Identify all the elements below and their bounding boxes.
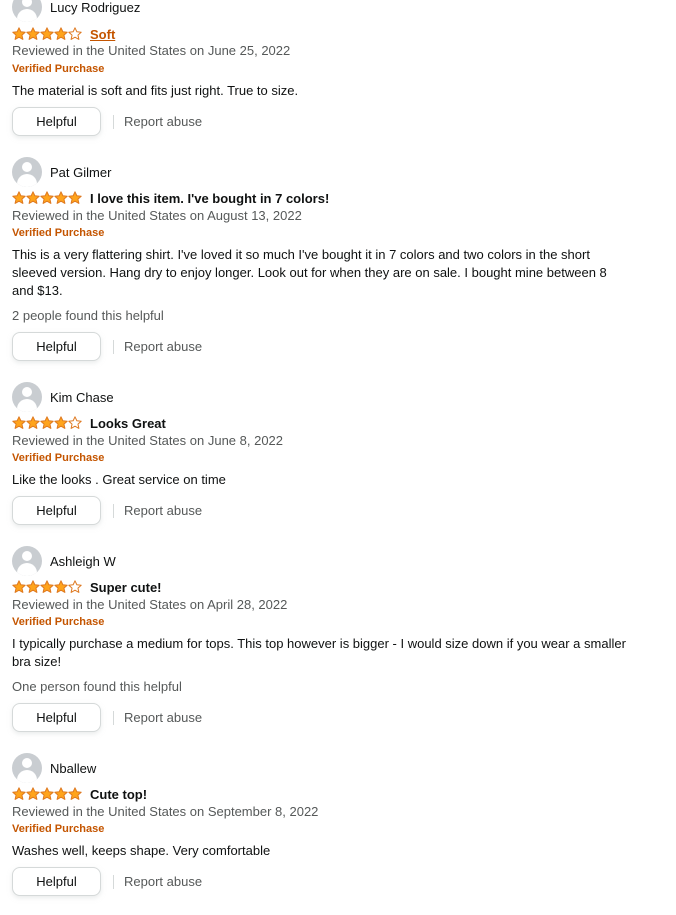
review-title: Looks Great — [90, 415, 166, 431]
review-actions: Helpful Report abuse — [12, 867, 202, 896]
review-title-row: Looks Great — [12, 414, 166, 432]
reviewer-profile[interactable]: Pat Gilmer — [12, 157, 111, 187]
star-empty-icon — [68, 27, 82, 40]
star-filled-icon — [12, 416, 26, 429]
review-title-row: Cute top! — [12, 785, 147, 803]
report-abuse-link[interactable]: Report abuse — [124, 339, 202, 354]
avatar — [12, 157, 42, 187]
star-empty-icon — [68, 580, 82, 593]
review-title: Super cute! — [90, 579, 162, 595]
reviewer-profile[interactable]: Nballew — [12, 753, 96, 783]
avatar — [12, 0, 42, 22]
review-actions: Helpful Report abuse — [12, 496, 202, 525]
review-actions: Helpful Report abuse — [12, 332, 202, 361]
star-rating[interactable] — [12, 27, 82, 41]
review-date: Reviewed in the United States on August … — [12, 208, 302, 223]
star-filled-icon — [54, 27, 68, 40]
star-filled-icon — [12, 191, 26, 204]
star-filled-icon — [12, 580, 26, 593]
divider — [113, 710, 114, 725]
verified-purchase-badge: Verified Purchase — [12, 452, 105, 464]
star-filled-icon — [26, 580, 40, 593]
review-date: Reviewed in the United States on April 2… — [12, 597, 288, 612]
report-abuse-link[interactable]: Report abuse — [124, 114, 202, 129]
star-rating[interactable] — [12, 416, 82, 430]
review-text: This is a very flattering shirt. I've lo… — [12, 247, 607, 298]
star-filled-icon — [54, 787, 68, 800]
divider — [113, 114, 114, 129]
verified-purchase-badge: Verified Purchase — [12, 63, 105, 75]
star-rating[interactable] — [12, 787, 82, 801]
review-title[interactable]: Soft — [90, 27, 115, 42]
verified-purchase-badge: Verified Purchase — [12, 823, 105, 835]
review-actions: Helpful Report abuse — [12, 107, 202, 136]
review-text: Like the looks . Great service on time — [12, 472, 226, 487]
star-rating[interactable] — [12, 191, 82, 205]
star-filled-icon — [68, 787, 82, 800]
star-empty-icon — [68, 416, 82, 429]
star-filled-icon — [26, 787, 40, 800]
star-filled-icon — [40, 787, 54, 800]
star-filled-icon — [40, 191, 54, 204]
reviewer-name: Pat Gilmer — [50, 164, 112, 180]
report-abuse-link[interactable]: Report abuse — [124, 710, 202, 725]
avatar — [12, 546, 42, 576]
star-filled-icon — [68, 191, 82, 204]
star-filled-icon — [12, 27, 26, 40]
star-filled-icon — [26, 27, 40, 40]
reviewer-profile[interactable]: Kim Chase — [12, 382, 114, 412]
star-filled-icon — [40, 27, 54, 40]
star-filled-icon — [12, 787, 26, 800]
star-filled-icon — [54, 416, 68, 429]
reviewer-profile[interactable]: Ashleigh W — [12, 546, 116, 576]
reviewer-name: Nballew — [50, 760, 97, 776]
review-text: The material is soft and fits just right… — [12, 83, 299, 98]
review-title-row: Super cute! — [12, 578, 162, 596]
reviewer-name: Ashleigh W — [50, 553, 116, 569]
star-rating[interactable] — [12, 580, 82, 594]
star-filled-icon — [26, 191, 40, 204]
review-date: Reviewed in the United States on June 8,… — [12, 433, 284, 448]
review-title-row: Soft — [12, 25, 115, 43]
review-actions: Helpful Report abuse — [12, 703, 202, 732]
avatar — [12, 382, 42, 412]
divider — [113, 503, 114, 518]
verified-purchase-badge: Verified Purchase — [12, 616, 105, 628]
verified-purchase-badge: Verified Purchase — [12, 227, 105, 239]
review-date: Reviewed in the United States on Septemb… — [12, 804, 319, 819]
star-filled-icon — [40, 416, 54, 429]
helpful-button[interactable]: Helpful — [12, 867, 101, 896]
helpful-button[interactable]: Helpful — [12, 332, 101, 361]
star-filled-icon — [26, 416, 40, 429]
review-text: Washes well, keeps shape. Very comfortab… — [12, 843, 271, 858]
review-title: I love this item. I've bought in 7 color… — [90, 190, 330, 206]
star-filled-icon — [40, 580, 54, 593]
review-text: I typically purchase a medium for tops. … — [12, 636, 626, 669]
review-title-row: I love this item. I've bought in 7 color… — [12, 189, 329, 207]
reviewer-name: Lucy Rodriguez — [50, 0, 141, 15]
avatar — [12, 753, 42, 783]
report-abuse-link[interactable]: Report abuse — [124, 503, 202, 518]
helpful-count: One person found this helpful — [12, 679, 182, 694]
review-date: Reviewed in the United States on June 25… — [12, 43, 291, 58]
helpful-count: 2 people found this helpful — [12, 308, 164, 323]
divider — [113, 339, 114, 354]
reviewer-name: Kim Chase — [50, 389, 114, 405]
star-filled-icon — [54, 580, 68, 593]
report-abuse-link[interactable]: Report abuse — [124, 874, 202, 889]
divider — [113, 874, 114, 889]
helpful-button[interactable]: Helpful — [12, 703, 101, 732]
helpful-button[interactable]: Helpful — [12, 496, 101, 525]
review-title: Cute top! — [90, 786, 148, 802]
star-filled-icon — [54, 191, 68, 204]
helpful-button[interactable]: Helpful — [12, 107, 101, 136]
reviewer-profile[interactable]: Lucy Rodriguez — [12, 0, 140, 22]
